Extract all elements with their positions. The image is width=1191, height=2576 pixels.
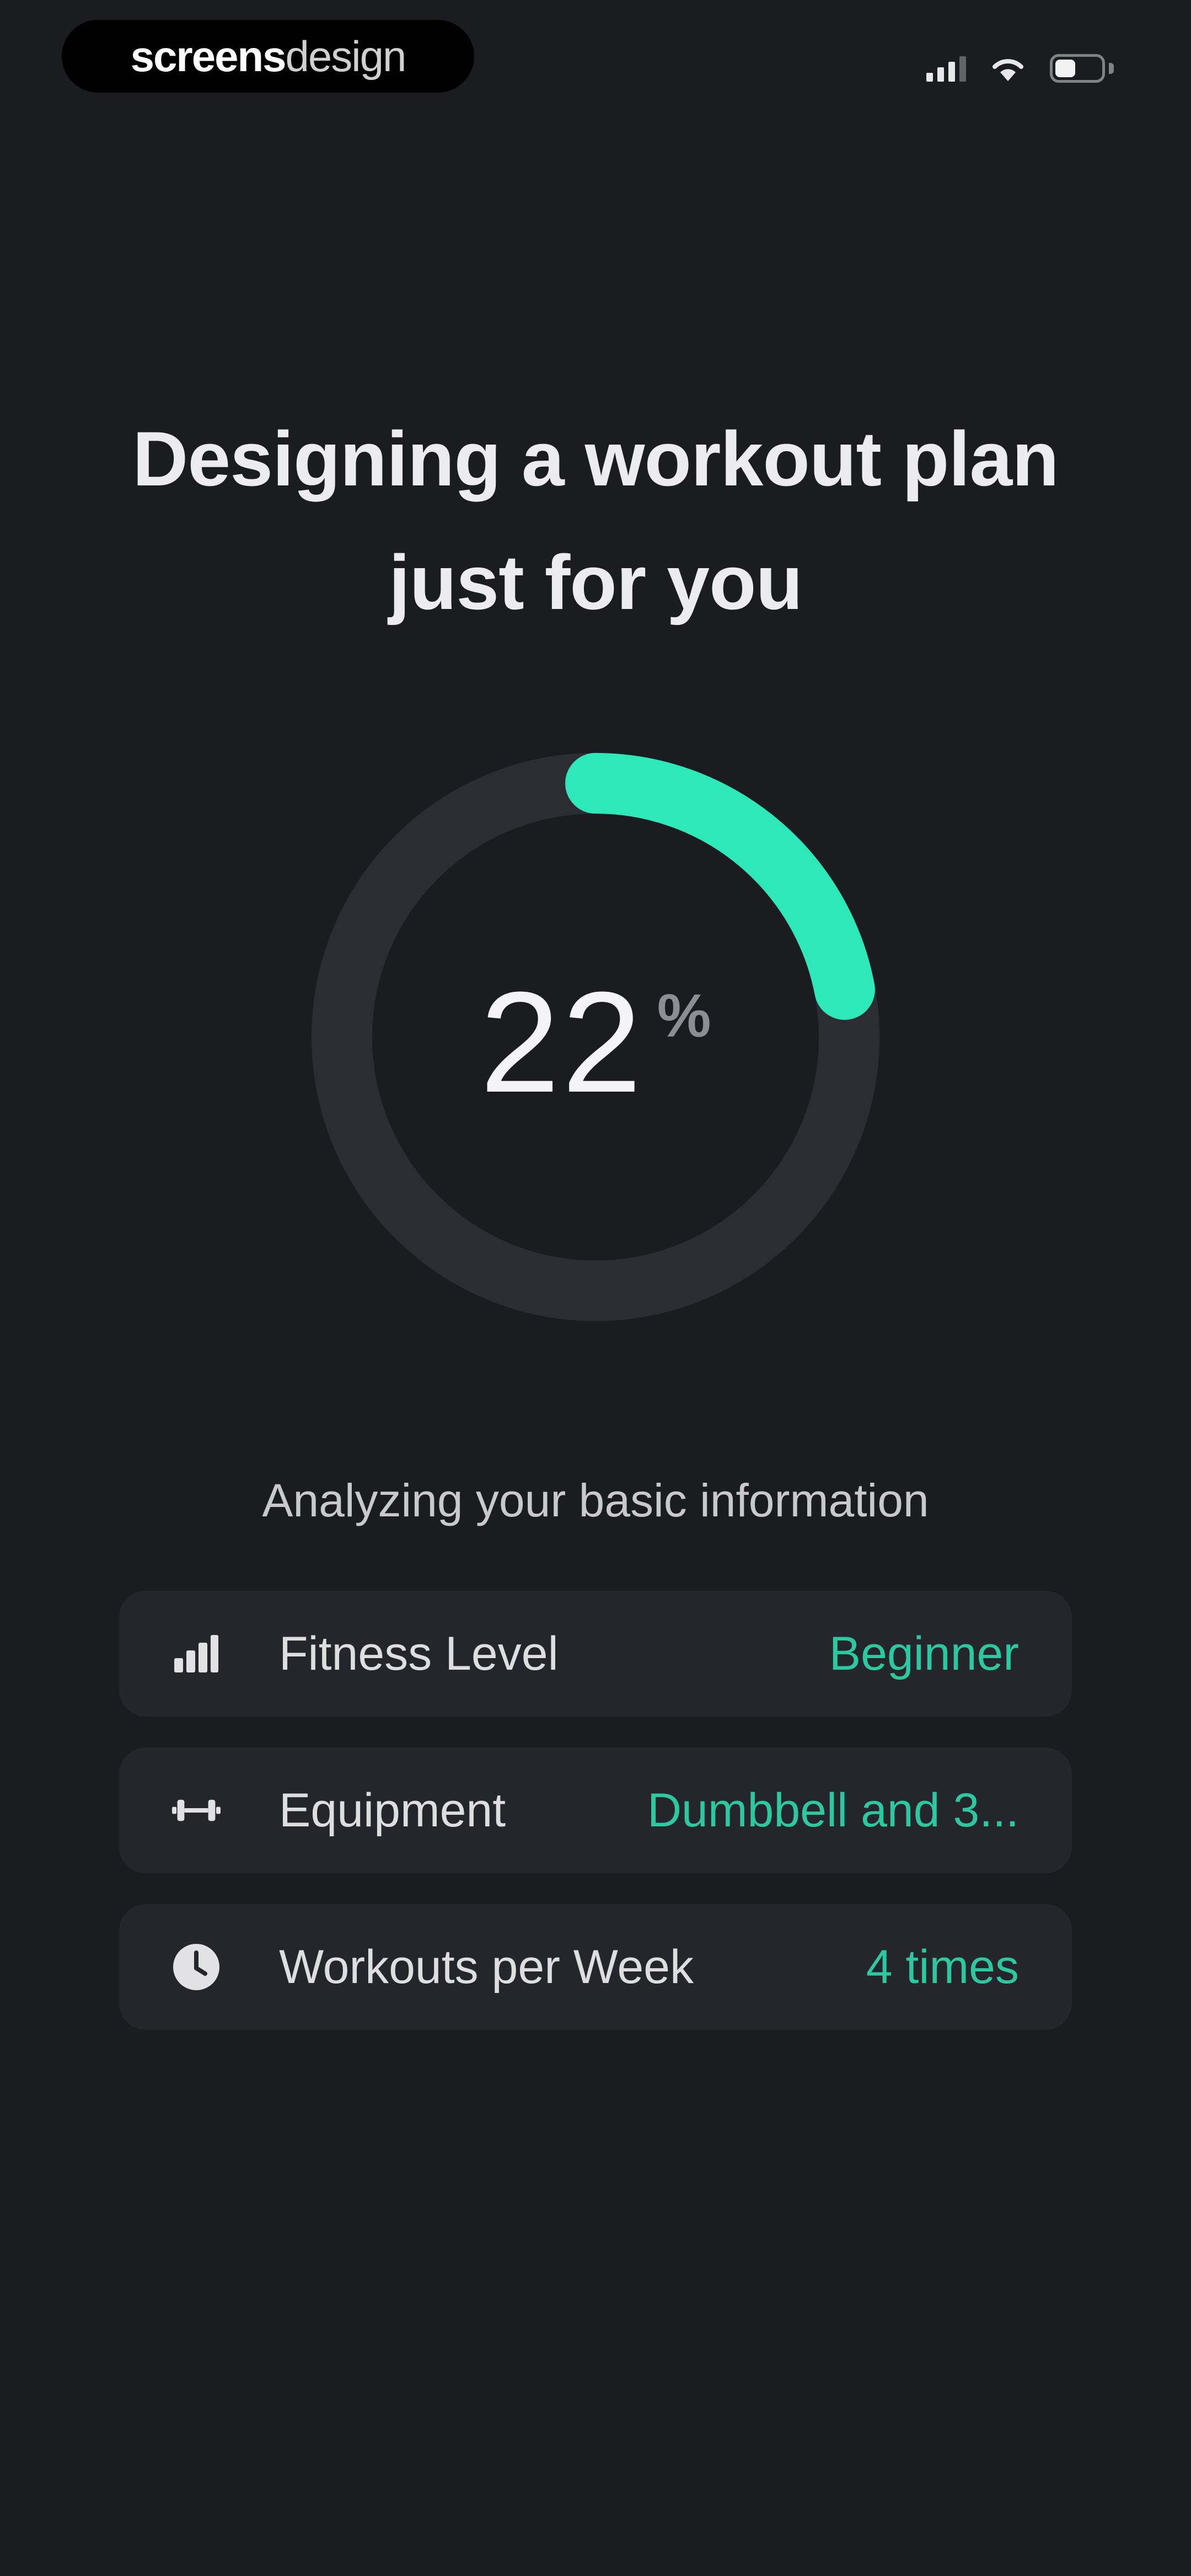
brand-secondary: design [285, 31, 407, 81]
status-icons [926, 46, 1114, 90]
analyzing-caption: Analyzing your basic information [262, 1474, 929, 1526]
info-label: Fitness Level [279, 1627, 559, 1680]
info-value: Dumbbell and 3... [647, 1784, 1019, 1837]
info-list: Fitness Level Beginner Equipment Dumbbel… [119, 1591, 1072, 2061]
brand-primary: screens [130, 31, 287, 81]
loading-screen: screens design Designing a workout plan j… [0, 0, 1191, 2576]
info-label: Workouts per Week [279, 1941, 694, 1994]
page-title-line-2: just for you [388, 539, 803, 626]
battery-icon [1050, 54, 1114, 83]
clock-icon [172, 1943, 221, 1991]
progress-ring: 22 % [309, 750, 882, 1324]
page-title-line-1: Designing a workout plan [132, 415, 1059, 502]
bar-chart-icon [172, 1629, 221, 1678]
info-label: Equipment [279, 1784, 506, 1837]
progress-percent-value: 22 [480, 962, 644, 1123]
wifi-icon [990, 55, 1026, 82]
status-bar: screens design [0, 0, 1191, 110]
signal-icon [926, 55, 966, 82]
info-card-fitness-level: Fitness Level Beginner [119, 1591, 1072, 1717]
progress-percent-unit: % [657, 982, 711, 1050]
progress-readout: 22 % [309, 750, 882, 1324]
brand-watermark: screens design [62, 20, 474, 93]
info-value: Beginner [829, 1627, 1019, 1680]
info-card-workouts-per-week: Workouts per Week 4 times [119, 1904, 1072, 2030]
page-title: Designing a workout plan just for you [0, 397, 1191, 644]
info-card-equipment: Equipment Dumbbell and 3... [119, 1747, 1072, 1873]
info-value: 4 times [866, 1941, 1019, 1994]
dumbbell-icon [172, 1786, 221, 1835]
